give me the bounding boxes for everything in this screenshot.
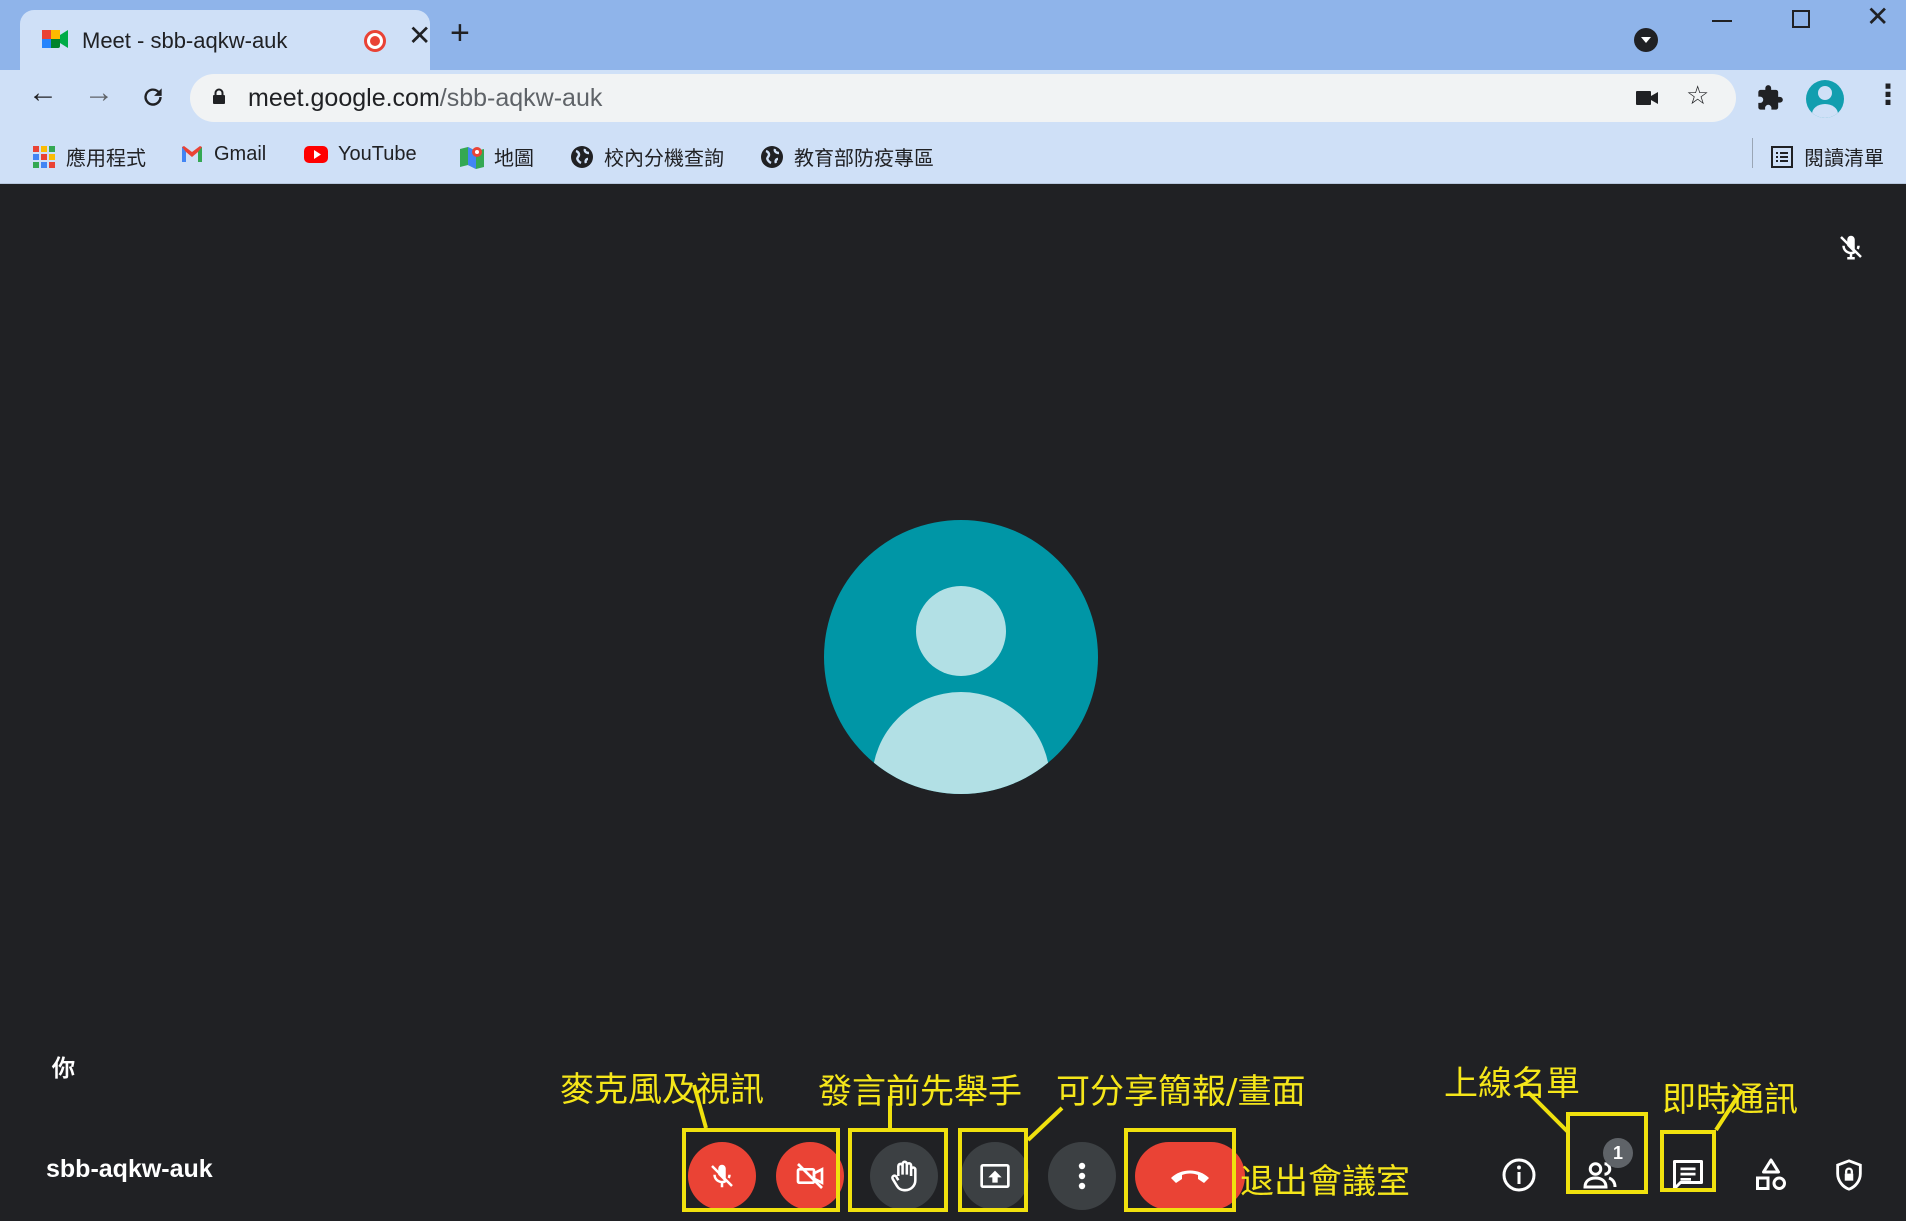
avatar-head [916,586,1006,676]
active-tab[interactable]: Meet - sbb-aqkw-auk ✕ [20,10,431,70]
meeting-details-button[interactable] [1494,1150,1544,1200]
browser-menu-icon[interactable]: ⋮ [1874,78,1902,111]
meeting-code[interactable]: sbb-aqkw-auk [46,1155,213,1184]
bookmarks-divider [1752,138,1753,168]
recording-indicator-icon [364,30,386,52]
annotation-leave: 退出會議室 [1240,1162,1410,1202]
bookmark-gmail[interactable]: Gmail [180,142,266,166]
highlight-chat [1660,1130,1716,1192]
globe-icon [761,145,783,168]
apps-grid-icon [33,145,55,168]
self-avatar [824,520,1098,794]
maps-icon [460,146,484,169]
more-options-button[interactable] [1048,1142,1116,1210]
tab-close-icon[interactable]: ✕ [408,22,431,50]
bookmark-maps[interactable]: 地圖 [460,142,534,171]
bookmark-label: Gmail [214,142,267,165]
bookmarks-bar: 應用程式 Gmail YouTube 地圖 校內分機查詢 教育部防疫專區 閱讀清… [0,126,1906,184]
minimize-window-icon[interactable] [1712,20,1732,22]
tab-strip: Meet - sbb-aqkw-auk ✕ + ✕ [0,0,1906,70]
maximize-window-icon[interactable] [1792,10,1810,28]
globe-icon [571,145,593,168]
url-text: meet.google.com/sbb-aqkw-auk [248,84,603,112]
host-controls-button[interactable] [1824,1150,1874,1200]
reading-list-button[interactable]: 閱讀清單 [1770,142,1884,171]
reading-list-icon [1771,145,1793,168]
profile-avatar[interactable] [1806,80,1844,118]
reading-list-label: 閱讀清單 [1804,148,1884,170]
annotation-people: 上線名單 [1444,1064,1580,1104]
bookmark-label: 校內分機查詢 [604,148,724,170]
annotation-present: 可分享簡報/畫面 [1056,1072,1306,1112]
bookmark-school-extension[interactable]: 校內分機查詢 [570,142,724,171]
youtube-icon [304,146,328,163]
self-name-label: 你 [52,1055,75,1081]
tab-search-icon[interactable] [1634,28,1658,52]
tab-title: Meet - sbb-aqkw-auk [82,28,288,53]
bookmark-apps[interactable]: 應用程式 [32,142,146,171]
bookmark-label: 地圖 [494,148,534,170]
highlight-leave [1124,1128,1236,1212]
bookmark-label: 應用程式 [66,148,146,170]
reload-icon[interactable] [140,84,166,110]
highlight-present [958,1128,1028,1212]
annotation-raise-hand: 發言前先舉手 [818,1072,1022,1112]
browser-chrome: Meet - sbb-aqkw-auk ✕ + ✕ ← → meet.googl… [0,0,1906,184]
forward-arrow-icon[interactable]: → [84,78,114,108]
info-icon [1502,1158,1536,1192]
highlight-people [1566,1112,1648,1194]
bookmark-star-icon[interactable]: ☆ [1686,80,1709,111]
bookmark-label: YouTube [338,142,417,165]
bookmark-moe-epidemic[interactable]: 教育部防疫專區 [760,142,934,171]
address-bar[interactable]: meet.google.com/sbb-aqkw-auk ☆ [190,74,1736,122]
bookmark-label: 教育部防疫專區 [794,148,934,170]
highlight-raise-hand [848,1128,948,1212]
annotation-chat: 即時通訊 [1662,1080,1798,1120]
back-arrow-icon[interactable]: ← [28,78,58,108]
highlight-mic-video [682,1128,840,1212]
camera-in-use-icon[interactable] [1636,88,1660,108]
close-window-icon[interactable]: ✕ [1866,0,1889,33]
more-vert-icon [1078,1162,1086,1190]
new-tab-button[interactable]: + [450,16,470,50]
gmail-icon [182,146,202,162]
activities-shapes-icon [1756,1158,1786,1190]
lock-icon [213,88,225,104]
shield-lock-icon [1836,1159,1862,1191]
annotation-mic-video: 麥克風及視訊 [560,1070,764,1110]
tile-mic-off-icon [1840,235,1862,260]
meet-favicon-icon [42,30,68,48]
browser-toolbar: ← → meet.google.com/sbb-aqkw-auk ☆ ⋮ [0,70,1906,126]
bookmark-youtube[interactable]: YouTube [304,142,417,166]
activities-button[interactable] [1746,1150,1796,1200]
extensions-puzzle-icon[interactable] [1756,84,1784,112]
avatar-body [872,692,1050,794]
